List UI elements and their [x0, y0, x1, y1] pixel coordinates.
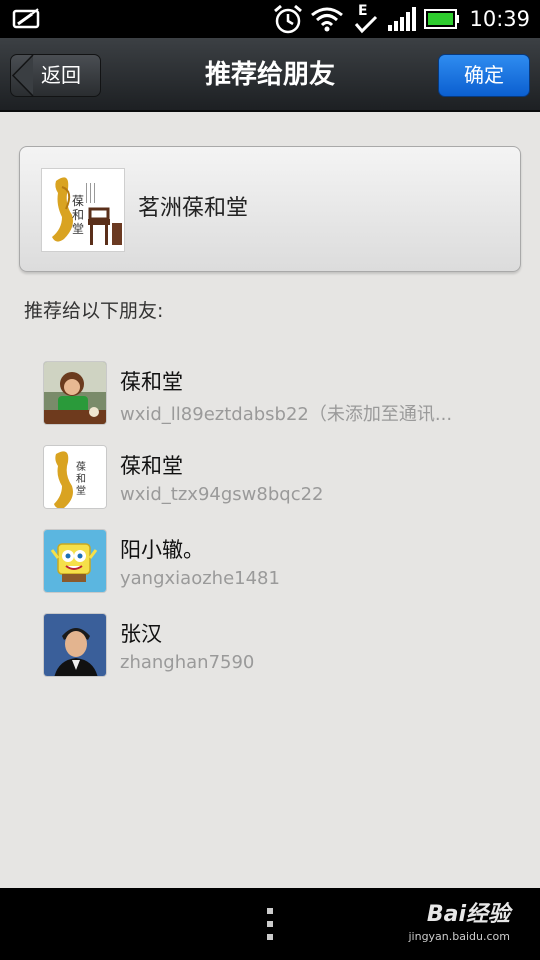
back-chevron-icon [11, 55, 34, 96]
unlock-icon [12, 0, 42, 38]
signal-bars-icon [386, 0, 418, 38]
status-time: 10:39 [469, 7, 530, 31]
section-label: 推荐给以下朋友: [24, 300, 164, 322]
svg-text:葆: 葆 [76, 461, 86, 473]
status-bar: E 10:39 [0, 0, 540, 38]
contact-item[interactable]: 葆 和 堂 葆和堂 wxid_tzx94gsw8bqc22 [0, 436, 540, 520]
contact-id: zhanghan7590 [120, 652, 255, 673]
menu-dots-icon[interactable] [264, 906, 276, 942]
contact-list: 葆和堂 wxid_ll89eztdabsb22（未添加至通讯... 葆 和 堂 … [0, 352, 540, 688]
contact-item[interactable]: 葆和堂 wxid_ll89eztdabsb22（未添加至通讯... [0, 352, 540, 436]
contact-id: yangxiaozhe1481 [120, 568, 280, 589]
contact-name: 张汉 [120, 622, 162, 646]
contact-name: 葆和堂 [120, 370, 183, 394]
card-thumbnail: 葆 和 堂 [41, 168, 125, 252]
svg-text:堂: 堂 [72, 222, 84, 236]
card-name: 茗洲葆和堂 [138, 196, 249, 221]
svg-text:和: 和 [72, 208, 84, 222]
svg-text:E: E [358, 3, 368, 19]
watermark-main: Bai经验 [426, 902, 510, 927]
contact-name: 葆和堂 [120, 454, 183, 478]
contact-item[interactable]: 阳小辙。 yangxiaozhe1481 [0, 520, 540, 604]
watermark: Bai经验 jingyan.baidu.com [408, 896, 510, 943]
alarm-icon [272, 0, 304, 38]
avatar [43, 361, 107, 425]
back-label: 返回 [41, 63, 81, 87]
edge-signal-icon: E [352, 0, 382, 38]
avatar: 葆 和 堂 [43, 445, 107, 509]
wifi-icon [310, 0, 344, 38]
back-button[interactable]: 返回 [10, 54, 101, 97]
avatar [43, 529, 107, 593]
svg-text:堂: 堂 [76, 485, 86, 497]
avatar [43, 613, 107, 677]
watermark-sub: jingyan.baidu.com [408, 930, 510, 943]
svg-text:和: 和 [76, 473, 86, 485]
title-bar: 返回 推荐给朋友 确定 [0, 38, 540, 112]
nav-bar: Bai经验 jingyan.baidu.com [0, 888, 540, 960]
contact-item[interactable]: 张汉 zhanghan7590 [0, 604, 540, 688]
contact-id: wxid_tzx94gsw8bqc22 [120, 484, 324, 505]
contact-id: wxid_ll89eztdabsb22（未添加至通讯... [120, 404, 453, 425]
contact-name: 阳小辙。 [120, 538, 204, 562]
confirm-button[interactable]: 确定 [438, 54, 530, 97]
page-title: 推荐给朋友 [204, 60, 335, 90]
shared-card[interactable]: 葆 和 堂 茗洲葆和堂 [19, 146, 521, 272]
svg-text:葆: 葆 [72, 194, 84, 208]
battery-icon [424, 0, 460, 38]
